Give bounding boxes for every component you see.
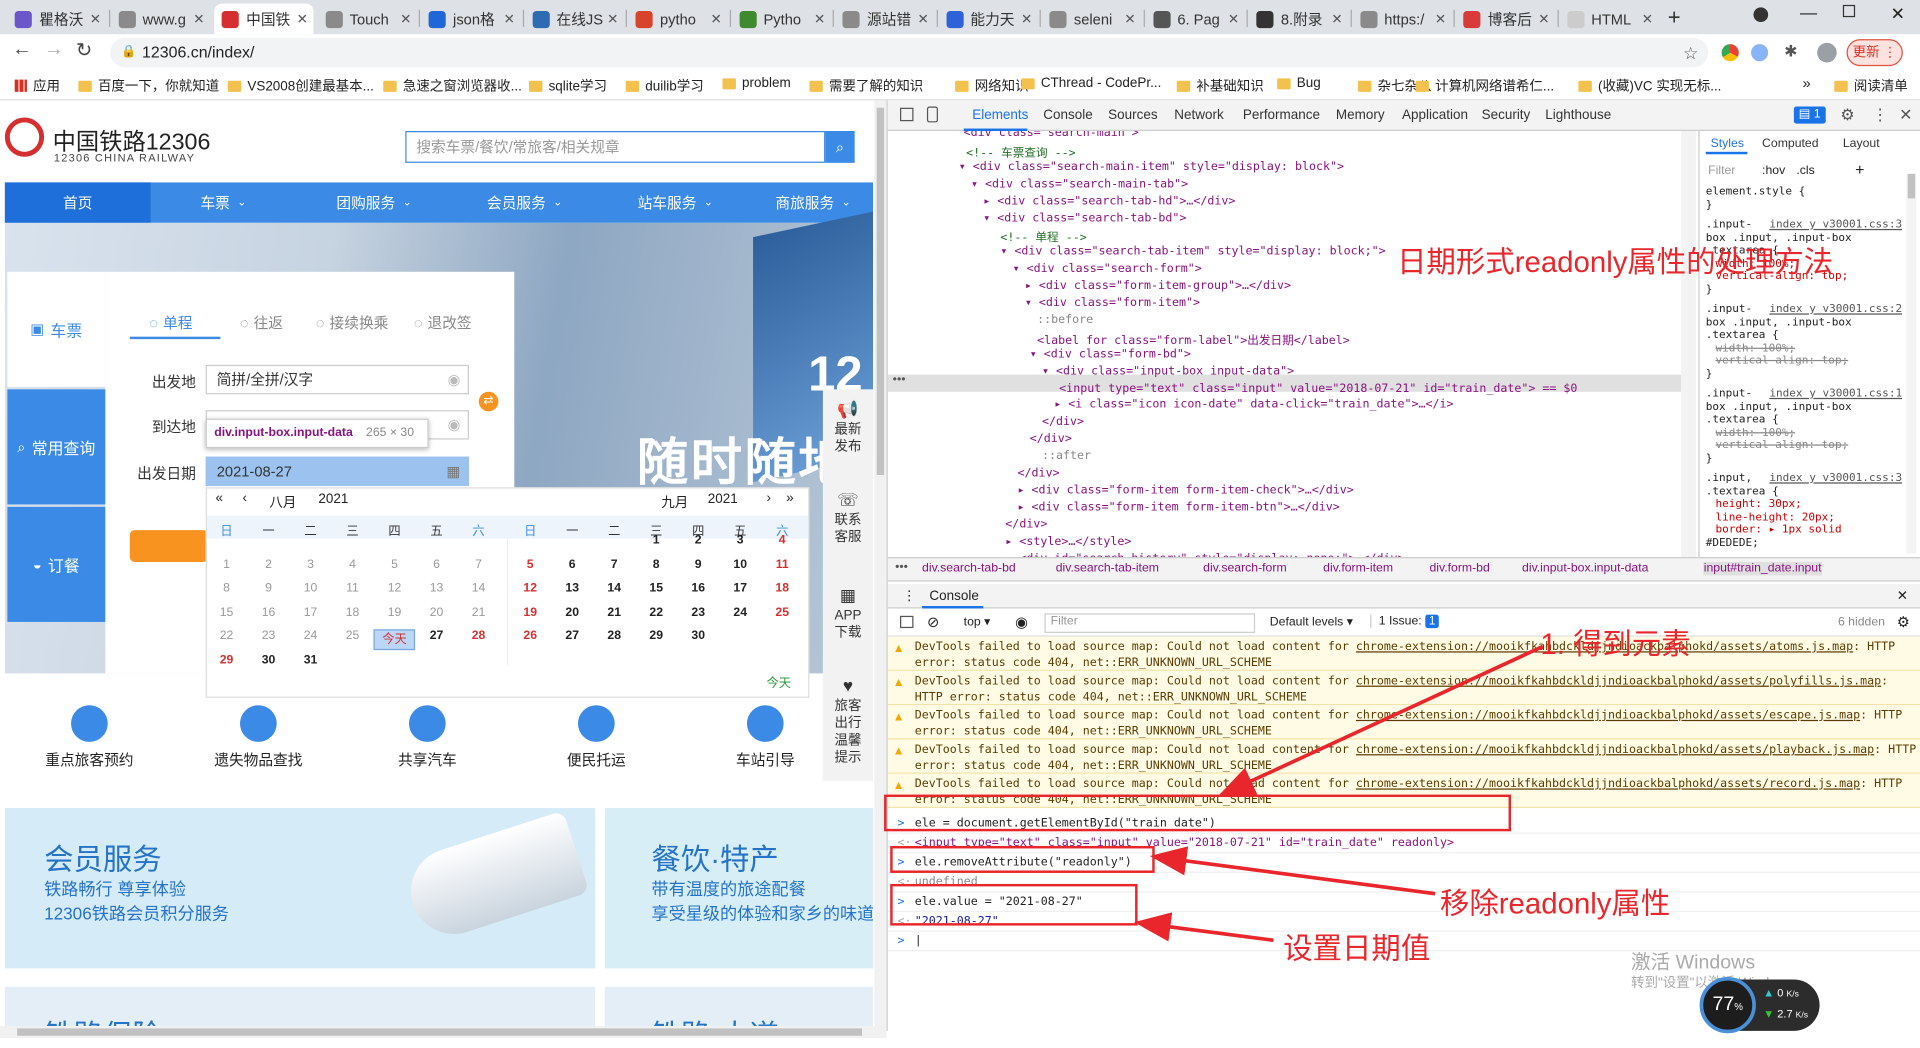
speed-gauge: 77% (1699, 976, 1756, 1034)
download-speed: ▼ 2.7 K/s (1763, 1007, 1809, 1020)
arrow-step2 (1149, 846, 1436, 896)
upload-speed-unit: K/s (1786, 990, 1799, 1000)
speed-percent: 77 (1712, 994, 1735, 1015)
annotation-arrows (1133, 644, 1544, 943)
download-speed-unit: K/s (1795, 1011, 1809, 1020)
windows-watermark: 激活 Windows (1631, 952, 1756, 974)
speed-percent-sign: % (1734, 1001, 1744, 1013)
upload-speed: ▲ 0 K/s (1763, 986, 1799, 1000)
upload-speed-value: 0 (1777, 986, 1784, 1000)
arrow-step1 (1217, 644, 1544, 797)
arrow-step3 (1133, 912, 1274, 943)
download-speed-value: 2.7 (1777, 1007, 1793, 1020)
